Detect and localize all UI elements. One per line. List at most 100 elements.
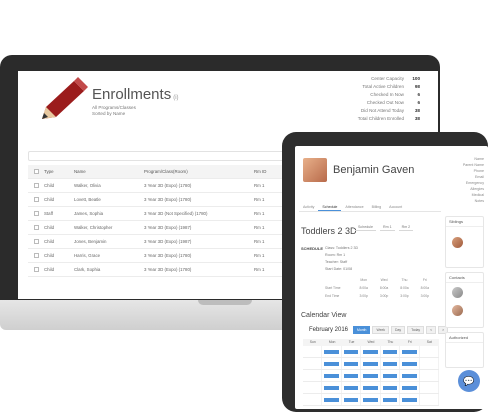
cell-type: Child [44, 197, 55, 202]
calendar-day[interactable] [361, 358, 381, 369]
calendar-day[interactable] [342, 394, 362, 405]
row-checkbox[interactable] [33, 197, 39, 202]
column-header [28, 169, 44, 174]
select-all-checkbox[interactable] [33, 169, 39, 174]
tab-account[interactable]: Account [385, 202, 406, 211]
calendar-day[interactable] [420, 394, 439, 405]
class-tab[interactable]: Rm 2 [398, 224, 414, 231]
cell-name[interactable]: Lovett, Beatle [74, 197, 144, 202]
calendar-event[interactable] [363, 362, 378, 366]
calendar-day[interactable] [303, 394, 323, 405]
calendar-button[interactable]: Today [407, 326, 425, 334]
calendar-day[interactable] [322, 394, 342, 405]
calendar-day[interactable] [381, 382, 401, 393]
calendar-event[interactable] [343, 362, 359, 366]
cell-name[interactable]: Clark, Sophia [74, 267, 144, 272]
tab-schedule[interactable]: Schedule [318, 202, 342, 211]
row-checkbox[interactable] [33, 183, 39, 188]
cell-name[interactable]: Harris, Grace [74, 253, 144, 258]
calendar-day[interactable] [342, 346, 362, 357]
calendar-event[interactable] [402, 350, 417, 354]
calendar-event[interactable] [363, 386, 378, 390]
calendar-day[interactable] [303, 370, 323, 381]
calendar-day[interactable] [400, 346, 420, 357]
row-checkbox[interactable] [33, 267, 39, 272]
calendar-event[interactable] [363, 350, 378, 354]
calendar-day[interactable] [361, 382, 381, 393]
calendar-button[interactable]: Month [353, 326, 371, 334]
calendar-event[interactable] [402, 386, 417, 390]
calendar-event[interactable] [324, 374, 339, 378]
calendar-day[interactable] [361, 346, 381, 357]
calendar-day[interactable] [420, 370, 439, 381]
calendar-event[interactable] [343, 374, 359, 378]
cell-name[interactable]: James, Sophia [74, 211, 144, 216]
schedule-header-cell: Wed [380, 278, 388, 282]
sibling-avatar[interactable] [452, 237, 463, 248]
calendar-day[interactable] [361, 370, 381, 381]
calendar-event[interactable] [382, 386, 398, 390]
calendar-title: Calendar View [301, 312, 347, 319]
calendar-day[interactable] [420, 346, 439, 357]
calendar-day[interactable] [420, 382, 439, 393]
calendar-day[interactable] [381, 394, 401, 405]
column-header[interactable]: Name [74, 169, 144, 174]
contact-avatar[interactable] [452, 305, 463, 316]
calendar-button[interactable]: Week [372, 326, 390, 334]
cell-name[interactable]: Jones, Benjamin [74, 239, 144, 244]
calendar-event[interactable] [402, 362, 417, 366]
calendar-day[interactable] [303, 358, 323, 369]
avatar [303, 158, 327, 182]
calendar-event[interactable] [324, 398, 339, 402]
calendar-day[interactable] [361, 394, 381, 405]
calendar-event[interactable] [343, 350, 359, 354]
calendar-event[interactable] [382, 374, 398, 378]
calendar-day[interactable] [342, 370, 362, 381]
calendar-day[interactable] [342, 358, 362, 369]
calendar-event[interactable] [402, 374, 417, 378]
class-tab[interactable]: Schedule [355, 224, 376, 231]
calendar-day[interactable] [400, 358, 420, 369]
class-tab[interactable]: Rm 1 [380, 224, 395, 231]
calendar-day[interactable] [381, 346, 401, 357]
calendar-day[interactable] [303, 346, 323, 357]
tab-attendance[interactable]: Attendance [341, 202, 367, 211]
calendar-event[interactable] [324, 362, 339, 366]
calendar-day[interactable] [322, 358, 342, 369]
calendar-event[interactable] [382, 362, 398, 366]
calendar-day[interactable] [400, 382, 420, 393]
contact-avatar[interactable] [452, 287, 463, 298]
row-checkbox[interactable] [33, 253, 39, 258]
calendar-event[interactable] [382, 398, 398, 402]
row-checkbox[interactable] [33, 239, 39, 244]
calendar-day[interactable] [322, 346, 342, 357]
calendar-day[interactable] [342, 382, 362, 393]
cell-name[interactable]: Walker, Christopher [74, 225, 144, 230]
calendar-event[interactable] [343, 398, 359, 402]
row-checkbox[interactable] [33, 211, 39, 216]
column-header[interactable]: Program/Class(Room) [144, 169, 254, 174]
calendar-day[interactable] [303, 382, 323, 393]
tab-activity[interactable]: Activity [299, 202, 318, 211]
calendar-day[interactable] [400, 394, 420, 405]
calendar-day[interactable] [322, 382, 342, 393]
calendar-event[interactable] [382, 350, 398, 354]
row-checkbox[interactable] [33, 225, 39, 230]
calendar-day[interactable] [400, 370, 420, 381]
calendar-event[interactable] [324, 386, 339, 390]
column-header[interactable]: Type [44, 169, 74, 174]
tab-billing[interactable]: Billing [368, 202, 386, 211]
calendar-button[interactable]: Day [391, 326, 406, 334]
calendar-event[interactable] [343, 386, 359, 390]
calendar-day[interactable] [322, 370, 342, 381]
cell-name[interactable]: Walker, Olivia [74, 183, 144, 188]
calendar-event[interactable] [363, 398, 378, 402]
calendar-day[interactable] [381, 358, 401, 369]
calendar-event[interactable] [324, 350, 339, 354]
calendar-day[interactable] [420, 358, 439, 369]
calendar-event[interactable] [402, 398, 417, 402]
calendar-button[interactable]: < [426, 326, 437, 334]
calendar-event[interactable] [363, 374, 378, 378]
chat-icon[interactable]: 💬 [458, 370, 480, 392]
calendar-day[interactable] [381, 370, 401, 381]
